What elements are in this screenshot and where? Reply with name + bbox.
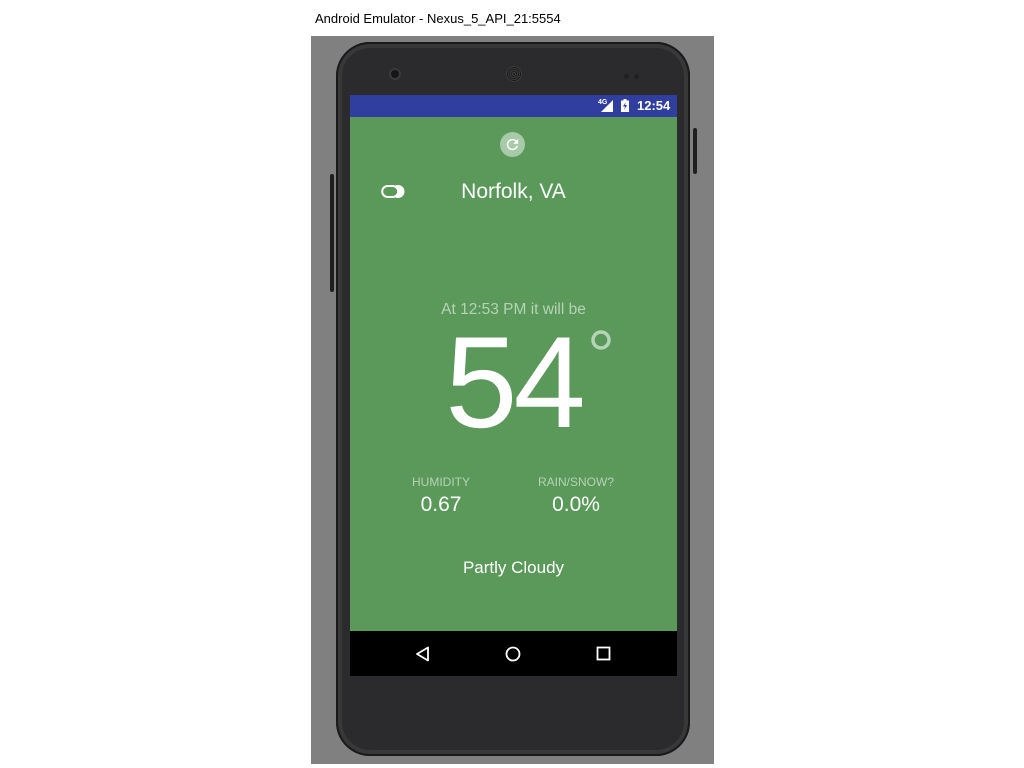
battery-icon [621, 99, 629, 112]
refresh-button[interactable] [500, 132, 525, 157]
precipitation-value: 0.0% [552, 493, 600, 516]
back-icon [416, 646, 429, 661]
navigation-bar [350, 631, 677, 676]
precipitation-label: RAIN/SNOW? [537, 475, 614, 489]
emulator-frame: 4G 12:54 Norfolk, VA At 12:53 PM it will… [311, 36, 714, 764]
signal-icon [601, 100, 613, 112]
home-icon [505, 646, 521, 661]
degree-icon [591, 330, 611, 350]
earpiece-speaker [506, 66, 522, 82]
recents-icon [596, 646, 610, 661]
home-button[interactable] [483, 631, 543, 676]
humidity-stat: HUMIDITY 0.67 [371, 475, 511, 517]
power-button[interactable] [693, 128, 697, 174]
volume-button[interactable] [330, 174, 334, 292]
status-time: 12:54 [637, 98, 671, 113]
refresh-icon [506, 138, 519, 151]
location-label: Norfolk, VA [461, 180, 566, 203]
temperature-value: 54 [445, 309, 586, 455]
humidity-value: 0.67 [420, 493, 462, 516]
recents-button[interactable] [573, 631, 633, 676]
light-sensor [634, 74, 639, 79]
back-button[interactable] [393, 631, 453, 676]
front-camera [391, 70, 399, 78]
window-title: Android Emulator - Nexus_5_API_21:5554 [315, 11, 561, 26]
humidity-label: HUMIDITY [412, 475, 470, 489]
proximity-sensor [624, 74, 629, 79]
app-screen: 4G 12:54 Norfolk, VA At 12:53 PM it will… [350, 95, 677, 676]
precipitation-stat: RAIN/SNOW? 0.0% [506, 475, 646, 517]
weather-summary: Partly Cloudy [462, 558, 565, 577]
status-bar: 4G 12:54 [350, 95, 677, 117]
